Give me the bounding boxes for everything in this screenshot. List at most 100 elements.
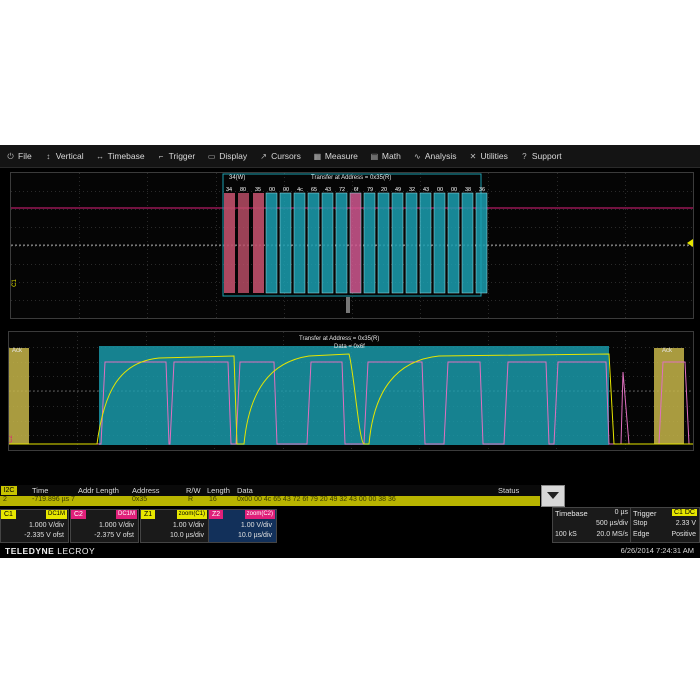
wrench-icon: ✕: [469, 151, 477, 161]
top-waveform-grid[interactable]: 34(W) Transfer at Address = 0x35(R) C1 3…: [10, 172, 694, 319]
menu-bar: ⏻ File ↕ Vertical ↔ Timebase ⌐ Trigger ▭ Display ↗…: [0, 145, 700, 168]
menu-measure[interactable]: ▦ Measure: [307, 145, 364, 167]
timebase-rate: 20.0 MS/s: [596, 531, 628, 538]
top-grid-canvas: [11, 173, 693, 318]
data-byte-box: [433, 192, 446, 294]
byte-label: 36: [478, 187, 486, 193]
table-dropdown-button[interactable]: [541, 485, 565, 507]
menu-label: Utilities: [480, 151, 508, 161]
trigger-mode: Stop: [633, 520, 648, 527]
channel-second: 10.0 µs/div: [238, 532, 272, 539]
byte-label: 34: [225, 187, 233, 193]
row-rw: R: [188, 496, 194, 503]
menu-label: File: [18, 151, 32, 161]
menu-file[interactable]: ⏻ File: [0, 145, 38, 167]
trigger-title: Trigger: [633, 509, 657, 518]
data-byte-box: [461, 192, 474, 294]
chevron-down-icon: [547, 492, 559, 499]
data-byte-box: [377, 192, 390, 294]
row-length: 16: [209, 496, 217, 503]
menu-label: Display: [219, 151, 248, 161]
menu-label: Math: [381, 151, 401, 161]
data-byte-box: [293, 192, 306, 294]
channel-box-z2[interactable]: Z2 zoom(C2) 1.00 V/div 10.0 µs/div: [208, 509, 277, 543]
channel-box-c2[interactable]: C2 DC1M 1.000 V/div -2.375 V ofst: [70, 509, 139, 543]
channel-second: -2.375 V ofst: [94, 532, 134, 539]
trigger-source: C1 DC: [671, 509, 697, 516]
byte-label: 00: [450, 187, 458, 193]
channel-1-label: C1: [11, 279, 18, 287]
channel-tag: Z1: [141, 510, 156, 519]
channel-box-c1[interactable]: C1 DC1M 1.000 V/div -2.335 V ofst: [0, 509, 69, 543]
data-byte-box: [307, 192, 320, 294]
menu-label: Trigger: [168, 151, 196, 161]
data-byte-box: [363, 192, 376, 294]
byte-label: 20: [380, 187, 388, 193]
col-length[interactable]: Length: [207, 486, 230, 495]
date-time: 6/26/2014 7:24:31 AM: [620, 546, 694, 555]
trigger-level: 2.33 V: [675, 520, 696, 527]
menu-math[interactable]: ▤ Math: [364, 145, 407, 167]
channel-box-z1[interactable]: Z1 zoom(C1) 1.00 V/div 10.0 µs/div: [140, 509, 209, 543]
channel-volts: 1.000 V/div: [28, 522, 64, 529]
menu-label: Vertical: [55, 151, 84, 161]
byte-label: 6f: [353, 187, 359, 193]
data-byte-region: [99, 346, 609, 445]
menu-utilities[interactable]: ✕ Utilities: [462, 145, 513, 167]
menu-timebase[interactable]: ↔ Timebase: [90, 145, 151, 167]
address-write-label: 34(W): [229, 175, 246, 181]
trigger-type: Edge: [633, 531, 650, 538]
col-data[interactable]: Data: [237, 486, 253, 495]
channel-second: 10.0 µs/div: [170, 532, 204, 539]
byte-label: 4c: [297, 187, 303, 193]
row-data: 0x00 00 4c 65 43 72 6f 79 20 49 32 43 00…: [237, 496, 396, 503]
bottom-zoom-grid[interactable]: Transfer at Address = 0x35(R) Data = 0x6…: [8, 331, 694, 451]
byte-label: 72: [338, 187, 346, 193]
channel-tag: C2: [71, 510, 86, 519]
data-byte-box: [475, 192, 488, 294]
data-value-label: Data = 0x6f: [334, 344, 365, 350]
menu-label: Analysis: [424, 151, 457, 161]
trigger-box[interactable]: Trigger C1 DC Stop 2.33 V Edge Positive: [630, 507, 700, 543]
col-status[interactable]: Status: [498, 486, 519, 495]
menu-analysis[interactable]: ∿ Analysis: [407, 145, 463, 167]
data-byte-box: [447, 192, 460, 294]
data-byte-box: [419, 192, 432, 294]
timebase-title: Timebase: [555, 509, 588, 518]
menu-support[interactable]: ? Support: [514, 145, 568, 167]
byte-label: 80: [239, 187, 247, 193]
channel-volts: 1.000 V/div: [98, 522, 134, 529]
table-row[interactable]: 2 -719.896 µs 7 0x35 R 16 0x00 00 4c 65 …: [0, 496, 540, 506]
address-byte-box: [224, 193, 235, 293]
menu-display[interactable]: ▭ Display: [201, 145, 253, 167]
address-byte-box: [238, 193, 249, 293]
math-icon: ▤: [370, 151, 379, 161]
timebase-box[interactable]: Timebase 0 µs 500 µs/div 100 kS 20.0 MS/…: [552, 507, 632, 543]
byte-label: 65: [310, 187, 318, 193]
measure-icon: ▦: [313, 151, 322, 161]
col-rw[interactable]: R/W: [186, 486, 201, 495]
timebase-samples: 100 kS: [555, 531, 577, 538]
data-byte-box: [321, 192, 334, 294]
channel-coupling: zoom(C1): [176, 510, 207, 519]
trigger-slope: Positive: [671, 531, 696, 538]
brand-logo: TELEDYNE LECROY: [5, 546, 95, 556]
menu-trigger[interactable]: ⌐ Trigger: [151, 145, 202, 167]
menu-cursors[interactable]: ↗ Cursors: [253, 145, 307, 167]
row-time: -719.896 µs 7: [32, 496, 75, 503]
byte-label: 38: [464, 187, 472, 193]
menu-label: Measure: [324, 151, 358, 161]
col-time[interactable]: Time: [32, 486, 48, 495]
bottom-transfer-label: Transfer at Address = 0x35(R): [299, 336, 380, 342]
i2c-badge[interactable]: I2C: [1, 486, 17, 495]
menu-label: Cursors: [271, 151, 301, 161]
byte-label: 35: [254, 187, 262, 193]
brand-name: TELEDYNE: [5, 546, 55, 556]
channel-tag: Z2: [209, 510, 224, 519]
byte-label: 00: [282, 187, 290, 193]
channel-volts: 1.00 V/div: [240, 522, 272, 529]
col-addr-length[interactable]: Addr Length: [78, 486, 119, 495]
col-address[interactable]: Address: [132, 486, 160, 495]
menu-vertical[interactable]: ↕ Vertical: [38, 145, 90, 167]
data-byte-box: [279, 192, 292, 294]
